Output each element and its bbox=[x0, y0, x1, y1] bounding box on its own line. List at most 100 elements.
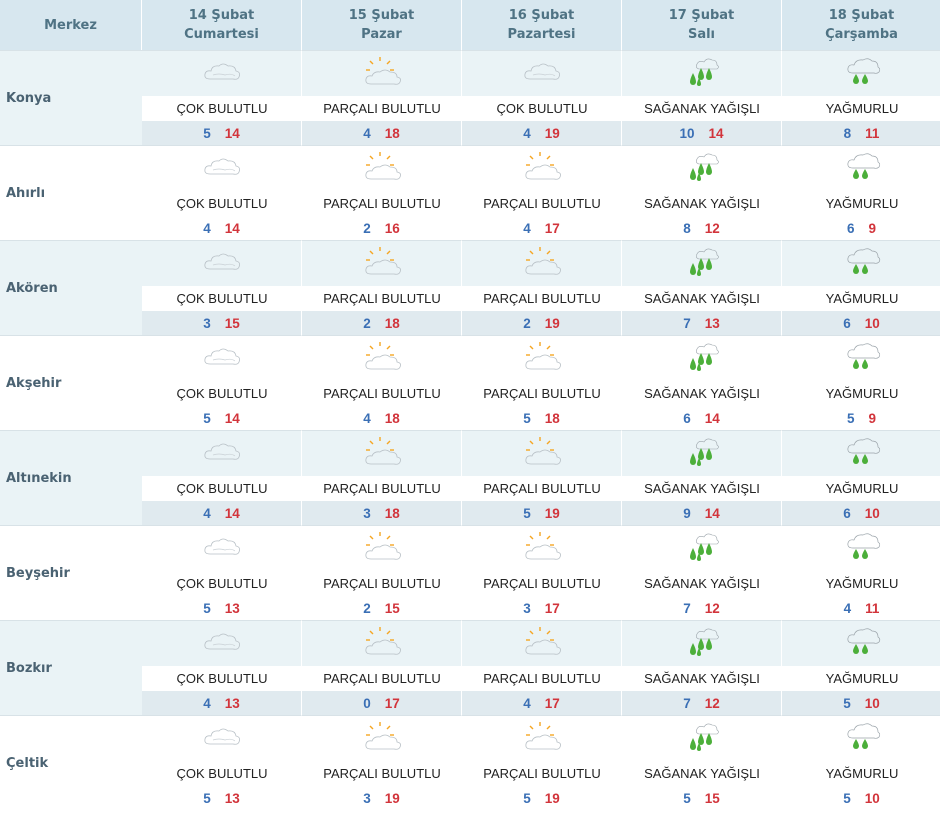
day-header: 17 Şubat Salı bbox=[622, 0, 782, 50]
max-temperature: 18 bbox=[384, 315, 400, 331]
min-temperature: 5 bbox=[843, 790, 851, 806]
city-name[interactable]: Çeltik bbox=[0, 715, 142, 810]
max-temperature: 10 bbox=[864, 790, 880, 806]
partly-cloudy-icon bbox=[361, 720, 403, 758]
weather-icon-cell bbox=[302, 525, 462, 571]
day-weekday: Çarşamba bbox=[825, 27, 898, 42]
condition-label: PARÇALI BULUTLU bbox=[302, 96, 462, 121]
city-name[interactable]: Akören bbox=[0, 240, 142, 335]
max-temperature: 14 bbox=[224, 125, 240, 141]
max-temperature: 14 bbox=[224, 410, 240, 426]
condition-label: PARÇALI BULUTLU bbox=[302, 571, 462, 596]
max-temperature: 16 bbox=[384, 220, 400, 236]
day-date: 15 Şubat bbox=[348, 8, 415, 23]
min-temperature: 3 bbox=[363, 505, 371, 521]
rain-icon bbox=[841, 150, 883, 188]
weather-icon-cell bbox=[782, 335, 940, 381]
city-name[interactable]: Akşehir bbox=[0, 335, 142, 430]
cloudy-icon bbox=[521, 55, 563, 93]
min-temperature: 4 bbox=[363, 125, 371, 141]
day-weekday: Cumartesi bbox=[184, 27, 259, 42]
weather-icon-cell bbox=[462, 430, 622, 476]
min-temperature: 3 bbox=[203, 315, 211, 331]
min-temperature: 6 bbox=[843, 315, 851, 331]
min-temperature: 2 bbox=[523, 315, 531, 331]
city-name[interactable]: Altınekin bbox=[0, 430, 142, 525]
city-name[interactable]: Bozkır bbox=[0, 620, 142, 715]
temperature-range: 2 16 bbox=[302, 216, 462, 240]
partly-cloudy-icon bbox=[521, 625, 563, 663]
cloudy-icon bbox=[201, 720, 243, 758]
temperature-range: 4 18 bbox=[302, 121, 462, 145]
max-temperature: 19 bbox=[544, 790, 560, 806]
max-temperature: 18 bbox=[544, 410, 560, 426]
condition-label: YAĞMURLU bbox=[782, 571, 940, 596]
max-temperature: 12 bbox=[704, 220, 720, 236]
temperature-range: 4 18 bbox=[302, 406, 462, 430]
min-temperature: 3 bbox=[523, 600, 531, 616]
temperature-range: 8 12 bbox=[622, 216, 782, 240]
min-temperature: 0 bbox=[363, 695, 371, 711]
rain-icon bbox=[841, 55, 883, 93]
condition-label: ÇOK BULUTLU bbox=[462, 96, 622, 121]
temperature-range: 4 14 bbox=[142, 501, 302, 525]
weather-icon-cell bbox=[302, 145, 462, 191]
temperature-range: 2 15 bbox=[302, 596, 462, 620]
temperature-range: 5 13 bbox=[142, 786, 302, 810]
temperature-range: 3 17 bbox=[462, 596, 622, 620]
max-temperature: 15 bbox=[384, 600, 400, 616]
cloudy-icon bbox=[201, 55, 243, 93]
day-weekday: Pazartesi bbox=[507, 27, 576, 42]
shower-icon bbox=[681, 245, 723, 283]
min-temperature: 5 bbox=[203, 125, 211, 141]
min-temperature: 9 bbox=[683, 505, 691, 521]
max-temperature: 9 bbox=[868, 410, 877, 426]
weather-icon-cell bbox=[622, 525, 782, 571]
partly-cloudy-icon bbox=[361, 245, 403, 283]
condition-label: ÇOK BULUTLU bbox=[142, 761, 302, 786]
min-temperature: 5 bbox=[683, 790, 691, 806]
max-temperature: 10 bbox=[864, 695, 880, 711]
weather-icon-cell bbox=[782, 145, 940, 191]
temperature-range: 3 18 bbox=[302, 501, 462, 525]
condition-label: SAĞANAK YAĞIŞLI bbox=[622, 761, 782, 786]
max-temperature: 13 bbox=[224, 790, 240, 806]
partly-cloudy-icon bbox=[521, 340, 563, 378]
temperature-range: 59 bbox=[782, 406, 940, 430]
temperature-range: 5 15 bbox=[622, 786, 782, 810]
temperature-range: 10 14 bbox=[622, 121, 782, 145]
min-temperature: 4 bbox=[363, 410, 371, 426]
weather-icon-cell bbox=[142, 430, 302, 476]
max-temperature: 15 bbox=[224, 315, 240, 331]
temperature-range: 5 18 bbox=[462, 406, 622, 430]
min-temperature: 10 bbox=[679, 125, 695, 141]
rain-icon bbox=[841, 530, 883, 568]
weather-icon-cell bbox=[142, 50, 302, 96]
condition-label: SAĞANAK YAĞIŞLI bbox=[622, 476, 782, 501]
condition-label: SAĞANAK YAĞIŞLI bbox=[622, 381, 782, 406]
partly-cloudy-icon bbox=[521, 435, 563, 473]
partly-cloudy-icon bbox=[361, 150, 403, 188]
city-name[interactable]: Ahırlı bbox=[0, 145, 142, 240]
rain-icon bbox=[841, 435, 883, 473]
min-temperature: 6 bbox=[683, 410, 691, 426]
min-temperature: 4 bbox=[843, 600, 852, 616]
location-header-label: Merkez bbox=[44, 17, 97, 33]
partly-cloudy-icon bbox=[361, 435, 403, 473]
partly-cloudy-icon bbox=[361, 625, 403, 663]
condition-label: ÇOK BULUTLU bbox=[142, 191, 302, 216]
cloudy-icon bbox=[201, 245, 243, 283]
shower-icon bbox=[681, 150, 723, 188]
weather-icon-cell bbox=[302, 715, 462, 761]
city-name[interactable]: Beyşehir bbox=[0, 525, 142, 620]
city-name[interactable]: Konya bbox=[0, 50, 142, 145]
partly-cloudy-icon bbox=[521, 720, 563, 758]
max-temperature: 18 bbox=[384, 505, 400, 521]
max-temperature: 10 bbox=[864, 315, 880, 331]
condition-label: ÇOK BULUTLU bbox=[142, 476, 302, 501]
condition-label: PARÇALI BULUTLU bbox=[302, 191, 462, 216]
weather-icon-cell bbox=[302, 430, 462, 476]
max-temperature: 19 bbox=[544, 315, 560, 331]
weather-icon-cell bbox=[142, 145, 302, 191]
min-temperature: 5 bbox=[843, 695, 851, 711]
